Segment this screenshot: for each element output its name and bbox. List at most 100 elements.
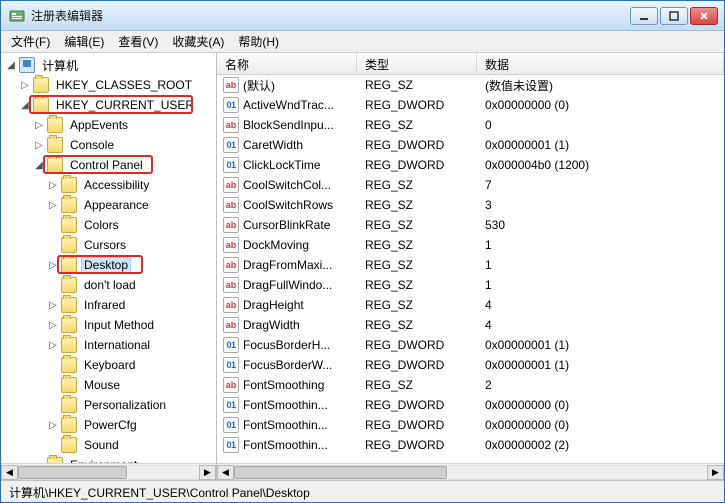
value-name: (默认) xyxy=(243,77,275,94)
menu-favorites[interactable]: 收藏夹(A) xyxy=(172,33,224,50)
tree-control-panel[interactable]: ◢ Control Panel xyxy=(5,155,216,175)
tree-label: Environment xyxy=(67,457,140,463)
value-row[interactable]: ClickLockTimeREG_DWORD0x000004b0 (1200) xyxy=(217,155,724,175)
value-row[interactable]: (默认)REG_SZ(数值未设置) xyxy=(217,75,724,95)
registry-editor-window: 注册表编辑器 文件(F) 编辑(E) 查看(V) 收藏夹(A) 帮助(H) xyxy=(0,0,725,503)
value-row[interactable]: DragWidthREG_SZ4 xyxy=(217,315,724,335)
value-data: 0x00000001 (1) xyxy=(477,358,724,372)
list-hscrollbar[interactable]: ◀ ▶ xyxy=(217,463,724,480)
col-header-data[interactable]: 数据 xyxy=(477,53,724,74)
tree-environment[interactable]: Environment xyxy=(5,455,216,463)
value-row[interactable]: FocusBorderW...REG_DWORD0x00000001 (1) xyxy=(217,355,724,375)
value-row[interactable]: CoolSwitchCol...REG_SZ7 xyxy=(217,175,724,195)
expand-icon[interactable]: ▷ xyxy=(19,79,31,91)
value-row[interactable]: BlockSendInpu...REG_SZ0 xyxy=(217,115,724,135)
tree-console[interactable]: ▷ Console xyxy=(5,135,216,155)
value-type: REG_DWORD xyxy=(357,158,477,172)
titlebar[interactable]: 注册表编辑器 xyxy=(1,1,724,31)
collapse-icon[interactable]: ◢ xyxy=(19,99,31,111)
computer-icon xyxy=(19,57,35,73)
close-icon xyxy=(699,11,709,21)
folder-icon xyxy=(61,397,77,413)
value-data: 0x00000001 (1) xyxy=(477,338,724,352)
tree-international[interactable]: ▷ International xyxy=(5,335,216,355)
tree-mouse[interactable]: Mouse xyxy=(5,375,216,395)
col-header-name[interactable]: 名称 xyxy=(217,53,357,74)
tree-hkcu[interactable]: ◢ HKEY_CURRENT_USER xyxy=(5,95,216,115)
dword-value-icon xyxy=(223,97,239,113)
scroll-right-icon[interactable]: ▶ xyxy=(707,465,724,480)
value-row[interactable]: FontSmoothin...REG_DWORD0x00000000 (0) xyxy=(217,415,724,435)
tree-colors[interactable]: Colors xyxy=(5,215,216,235)
client-area: ◢ 计算机 ▷ HKEY_CLASSES_ROOT ◢ H xyxy=(1,53,724,480)
tree-root-computer[interactable]: ◢ 计算机 xyxy=(5,55,216,75)
tree-dont-load[interactable]: don't load xyxy=(5,275,216,295)
expand-icon[interactable]: ▷ xyxy=(47,419,59,431)
tree-scroll[interactable]: ◢ 计算机 ▷ HKEY_CLASSES_ROOT ◢ H xyxy=(1,53,216,463)
menu-help[interactable]: 帮助(H) xyxy=(238,33,279,50)
string-value-icon xyxy=(223,377,239,393)
scroll-track[interactable] xyxy=(234,465,707,480)
value-row[interactable]: CaretWidthREG_DWORD0x00000001 (1) xyxy=(217,135,724,155)
expand-icon[interactable]: ▷ xyxy=(47,299,59,311)
tree-label: AppEvents xyxy=(67,117,131,133)
value-row[interactable]: ActiveWndTrac...REG_DWORD0x00000000 (0) xyxy=(217,95,724,115)
close-button[interactable] xyxy=(690,7,718,25)
scroll-right-icon[interactable]: ▶ xyxy=(199,465,216,480)
scroll-thumb[interactable] xyxy=(18,466,127,479)
value-row[interactable]: DragFromMaxi...REG_SZ1 xyxy=(217,255,724,275)
scroll-track[interactable] xyxy=(18,465,199,480)
menu-view[interactable]: 查看(V) xyxy=(118,33,158,50)
tree-cursors[interactable]: Cursors xyxy=(5,235,216,255)
collapse-icon[interactable]: ◢ xyxy=(33,159,45,171)
tree-hscrollbar[interactable]: ◀ ▶ xyxy=(1,463,216,480)
list-body[interactable]: (默认)REG_SZ(数值未设置)ActiveWndTrac...REG_DWO… xyxy=(217,75,724,463)
value-row[interactable]: DragHeightREG_SZ4 xyxy=(217,295,724,315)
value-row[interactable]: FontSmoothingREG_SZ2 xyxy=(217,375,724,395)
value-data: 0 xyxy=(477,118,724,132)
tree-personalization[interactable]: Personalization xyxy=(5,395,216,415)
menu-edit[interactable]: 编辑(E) xyxy=(64,33,104,50)
expand-icon[interactable]: ▷ xyxy=(33,119,45,131)
scroll-left-icon[interactable]: ◀ xyxy=(1,465,18,480)
expand-icon[interactable]: ▷ xyxy=(47,319,59,331)
value-data: 0x00000001 (1) xyxy=(477,138,724,152)
value-row[interactable]: CoolSwitchRowsREG_SZ3 xyxy=(217,195,724,215)
tree-label: Infrared xyxy=(81,297,128,313)
tree-powercfg[interactable]: ▷PowerCfg xyxy=(5,415,216,435)
maximize-button[interactable] xyxy=(660,7,688,25)
col-header-type[interactable]: 类型 xyxy=(357,53,477,74)
collapse-icon[interactable]: ◢ xyxy=(5,59,17,71)
expand-icon[interactable]: ▷ xyxy=(47,179,59,191)
value-type: REG_SZ xyxy=(357,118,477,132)
tree-desktop[interactable]: ▷Desktop xyxy=(5,255,216,275)
expand-icon[interactable]: ▷ xyxy=(47,339,59,351)
tree-input-method[interactable]: ▷Input Method xyxy=(5,315,216,335)
minimize-button[interactable] xyxy=(630,7,658,25)
string-value-icon xyxy=(223,257,239,273)
value-row[interactable]: DockMovingREG_SZ1 xyxy=(217,235,724,255)
tree-hkcr[interactable]: ▷ HKEY_CLASSES_ROOT xyxy=(5,75,216,95)
tree-infrared[interactable]: ▷ Infrared xyxy=(5,295,216,315)
value-data: 0x00000002 (2) xyxy=(477,438,724,452)
value-row[interactable]: FontSmoothin...REG_DWORD0x00000002 (2) xyxy=(217,435,724,455)
tree-appearance[interactable]: ▷Appearance xyxy=(5,195,216,215)
scroll-left-icon[interactable]: ◀ xyxy=(217,465,234,480)
value-row[interactable]: CursorBlinkRateREG_SZ530 xyxy=(217,215,724,235)
tree-appevents[interactable]: ▷ AppEvents xyxy=(5,115,216,135)
value-row[interactable]: FontSmoothin...REG_DWORD0x00000000 (0) xyxy=(217,395,724,415)
expand-icon[interactable]: ▷ xyxy=(47,259,59,271)
string-value-icon xyxy=(223,237,239,253)
tree-sound[interactable]: Sound xyxy=(5,435,216,455)
scroll-thumb[interactable] xyxy=(234,466,447,479)
tree-keyboard[interactable]: Keyboard xyxy=(5,355,216,375)
tree-label: International xyxy=(81,337,153,353)
menu-file[interactable]: 文件(F) xyxy=(11,33,50,50)
folder-icon xyxy=(61,217,77,233)
expand-icon[interactable]: ▷ xyxy=(33,139,45,151)
tree-label: HKEY_CLASSES_ROOT xyxy=(53,77,195,93)
value-row[interactable]: FocusBorderH...REG_DWORD0x00000001 (1) xyxy=(217,335,724,355)
value-row[interactable]: DragFullWindo...REG_SZ1 xyxy=(217,275,724,295)
expand-icon[interactable]: ▷ xyxy=(47,199,59,211)
tree-accessibility[interactable]: ▷ Accessibility xyxy=(5,175,216,195)
